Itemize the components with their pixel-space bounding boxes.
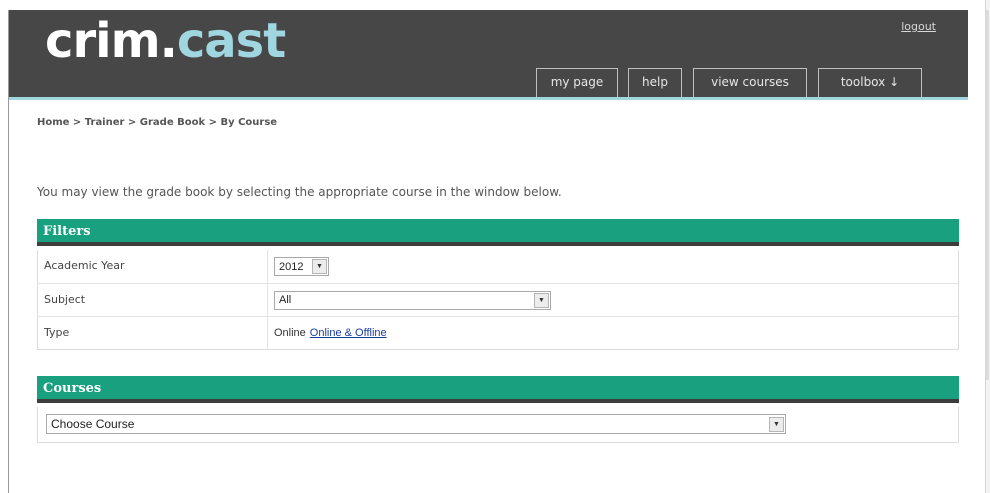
filter-row-subject: Subject All ▼ bbox=[38, 283, 958, 316]
intro-text: You may view the grade book by selecting… bbox=[37, 185, 562, 199]
subject-value: All bbox=[279, 294, 292, 306]
filters-table: Academic Year 2012 ▼ Subject All ▼ Type … bbox=[37, 250, 959, 350]
logo-text-part2: cast bbox=[176, 13, 286, 69]
type-online-offline-link[interactable]: Online & Offline bbox=[310, 327, 387, 339]
courses-panel-body: Choose Course ▼ bbox=[37, 407, 959, 443]
filters-panel-header: Filters bbox=[37, 219, 959, 246]
subject-select[interactable]: All ▼ bbox=[274, 290, 551, 310]
nav-tab-help[interactable]: help bbox=[628, 68, 682, 97]
academic-year-label: Academic Year bbox=[44, 259, 125, 272]
course-select-value: Choose Course bbox=[51, 417, 135, 431]
course-select[interactable]: Choose Course ▼ bbox=[46, 414, 786, 434]
header-accent-line bbox=[9, 97, 968, 100]
column-divider bbox=[267, 317, 268, 349]
academic-year-select[interactable]: 2012 ▼ bbox=[274, 257, 329, 276]
type-current-value: Online bbox=[274, 327, 306, 339]
chevron-down-icon[interactable]: ▼ bbox=[534, 292, 549, 308]
courses-panel-header: Courses bbox=[37, 376, 959, 403]
site-logo[interactable]: crim.cast bbox=[45, 11, 286, 71]
nav-tab-view-courses[interactable]: view courses bbox=[693, 68, 807, 97]
filter-row-academic-year: Academic Year 2012 ▼ bbox=[38, 250, 958, 283]
column-divider bbox=[267, 250, 268, 283]
breadcrumb: Home > Trainer > Grade Book > By Course bbox=[37, 117, 278, 128]
logo-text-part1: crim. bbox=[45, 13, 178, 69]
nav-tab-toolbox[interactable]: toolbox ↓ bbox=[818, 68, 922, 97]
academic-year-value: 2012 bbox=[279, 260, 304, 273]
subject-label: Subject bbox=[44, 293, 86, 306]
chevron-down-icon[interactable]: ▼ bbox=[312, 259, 327, 274]
column-divider bbox=[267, 284, 268, 316]
scrollbar-thumb[interactable] bbox=[986, 10, 989, 380]
chevron-down-icon[interactable]: ▼ bbox=[769, 416, 784, 432]
filter-row-type: Type Online Online & Offline bbox=[38, 316, 958, 349]
logout-link[interactable]: logout bbox=[901, 20, 936, 33]
type-label: Type bbox=[44, 326, 70, 339]
nav-tab-my-page[interactable]: my page bbox=[536, 68, 618, 97]
